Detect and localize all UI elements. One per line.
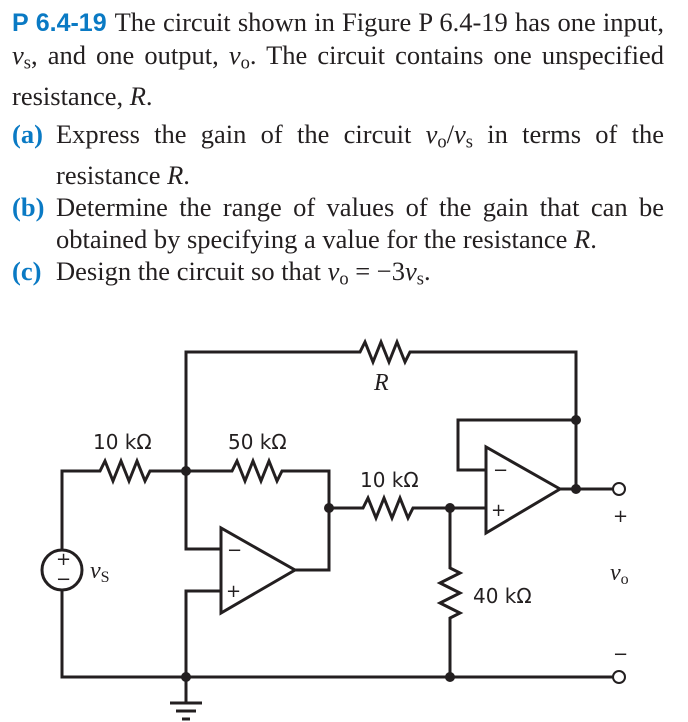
junction-ground bbox=[181, 672, 191, 682]
junction-follower bbox=[571, 415, 581, 425]
output-label: vo bbox=[610, 560, 629, 588]
circuit-diagram: R 10 kΩ 50 kΩ − + 10 kΩ 40 kΩ − + + − vS… bbox=[40, 337, 629, 721]
resistor-50k-label: 50 kΩ bbox=[228, 430, 287, 454]
resistor-10k-series-label: 10 kΩ bbox=[360, 468, 419, 492]
output-plus-sign: + bbox=[613, 506, 628, 527]
resistor-40k-label: 40 kΩ bbox=[473, 584, 532, 608]
junction-opamp1-out bbox=[324, 503, 334, 513]
ground-icon bbox=[170, 677, 202, 721]
wire-input bbox=[60, 456, 186, 550]
resistor-R-label: R bbox=[373, 370, 389, 396]
opamp-2-inv-sign: − bbox=[493, 460, 508, 481]
wire-opamp1-noninv bbox=[184, 589, 221, 677]
wire-opamp1-inv bbox=[184, 471, 221, 551]
opamp-1-inv-sign: − bbox=[227, 540, 242, 561]
output-terminal-minus bbox=[612, 670, 626, 684]
resistor-10k-input-label: 10 kΩ bbox=[93, 430, 152, 454]
wire-feedback-50k bbox=[186, 456, 331, 572]
wire-series-10k bbox=[329, 493, 486, 523]
wire-shunt-40k bbox=[436, 508, 464, 677]
wire-follower-feedback bbox=[456, 418, 576, 472]
output-terminal-plus bbox=[612, 482, 626, 496]
junction-output bbox=[571, 484, 581, 494]
opamp-2-noninv-sign: + bbox=[491, 500, 506, 521]
junction-node-b bbox=[445, 503, 455, 513]
source-label: vS bbox=[90, 558, 110, 586]
opamp-1-noninv-sign: + bbox=[226, 581, 241, 602]
source-minus-sign: − bbox=[56, 569, 71, 590]
junction-node-a bbox=[181, 466, 191, 476]
wire-top-feedback bbox=[184, 337, 578, 489]
junction-shunt-ground bbox=[445, 672, 455, 682]
source-plus-sign: + bbox=[56, 549, 71, 570]
output-minus-sign: − bbox=[613, 644, 628, 665]
